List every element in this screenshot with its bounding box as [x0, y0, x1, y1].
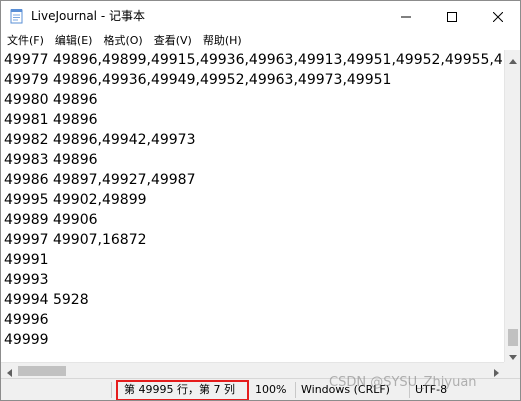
scroll-left-button[interactable]: [1, 363, 17, 379]
chevron-up-icon: [509, 49, 517, 68]
menu-format[interactable]: 格式(O): [97, 31, 147, 50]
maximize-button[interactable]: [429, 1, 475, 31]
menu-edit[interactable]: 编辑(E): [49, 31, 98, 50]
menu-help[interactable]: 帮助(H): [197, 31, 247, 50]
maximize-icon: [447, 7, 457, 26]
text-line: 49977 49896,49899,49915,49936,49963,4991…: [4, 52, 503, 68]
text-line: 49996: [4, 312, 49, 328]
notepad-window: LiveJournal - 记事本 文件(F) 编辑(E) 格式(O) 查看(V…: [0, 0, 521, 401]
text-line: 49982 49896,49942,49973: [4, 132, 196, 148]
menu-view[interactable]: 查看(V): [148, 31, 197, 50]
chevron-down-icon: [509, 345, 517, 364]
text-line: 49979 49896,49936,49949,49952,49963,4997…: [4, 72, 392, 88]
scrollbar-corner: [504, 362, 520, 378]
text-line: 49983 49896: [4, 152, 98, 168]
scroll-down-button[interactable]: [505, 345, 520, 364]
text-line: 49991: [4, 252, 49, 268]
text-line: 49997 49907,16872: [4, 232, 147, 248]
text-line: 49986 49897,49927,49987: [4, 172, 196, 188]
zoom-level: 100%: [255, 383, 287, 396]
scroll-right-button[interactable]: [488, 363, 504, 379]
scroll-up-button[interactable]: [505, 49, 520, 68]
window-title: LiveJournal - 记事本: [31, 9, 145, 23]
close-button[interactable]: [475, 1, 520, 31]
text-line: 49989 49906: [4, 212, 98, 228]
horizontal-scroll-thumb[interactable]: [18, 366, 66, 376]
close-icon: [492, 7, 504, 26]
text-editor[interactable]: 49977 49896,49899,49915,49936,49963,4991…: [1, 50, 504, 362]
text-line: 49981 49896: [4, 112, 98, 128]
status-divider: [111, 382, 112, 398]
watermark: CSDN @SYSU_Zhiyuan: [329, 375, 477, 390]
text-line: 49993: [4, 272, 49, 288]
text-line: 49999: [4, 332, 49, 348]
minimize-icon: [401, 7, 411, 26]
position-highlight-box: [116, 380, 249, 400]
notepad-icon: [9, 8, 25, 24]
vertical-scroll-thumb[interactable]: [508, 329, 518, 346]
text-line: 49980 49896: [4, 92, 98, 108]
status-divider: [295, 382, 296, 398]
menu-file[interactable]: 文件(F): [1, 31, 49, 50]
title-bar[interactable]: LiveJournal - 记事本: [1, 1, 520, 31]
text-line: 49995 49902,49899: [4, 192, 147, 208]
text-line: 49994 5928: [4, 292, 89, 308]
vertical-scrollbar[interactable]: [504, 50, 520, 362]
menu-bar: 文件(F) 编辑(E) 格式(O) 查看(V) 帮助(H): [1, 31, 520, 50]
minimize-button[interactable]: [383, 1, 429, 31]
